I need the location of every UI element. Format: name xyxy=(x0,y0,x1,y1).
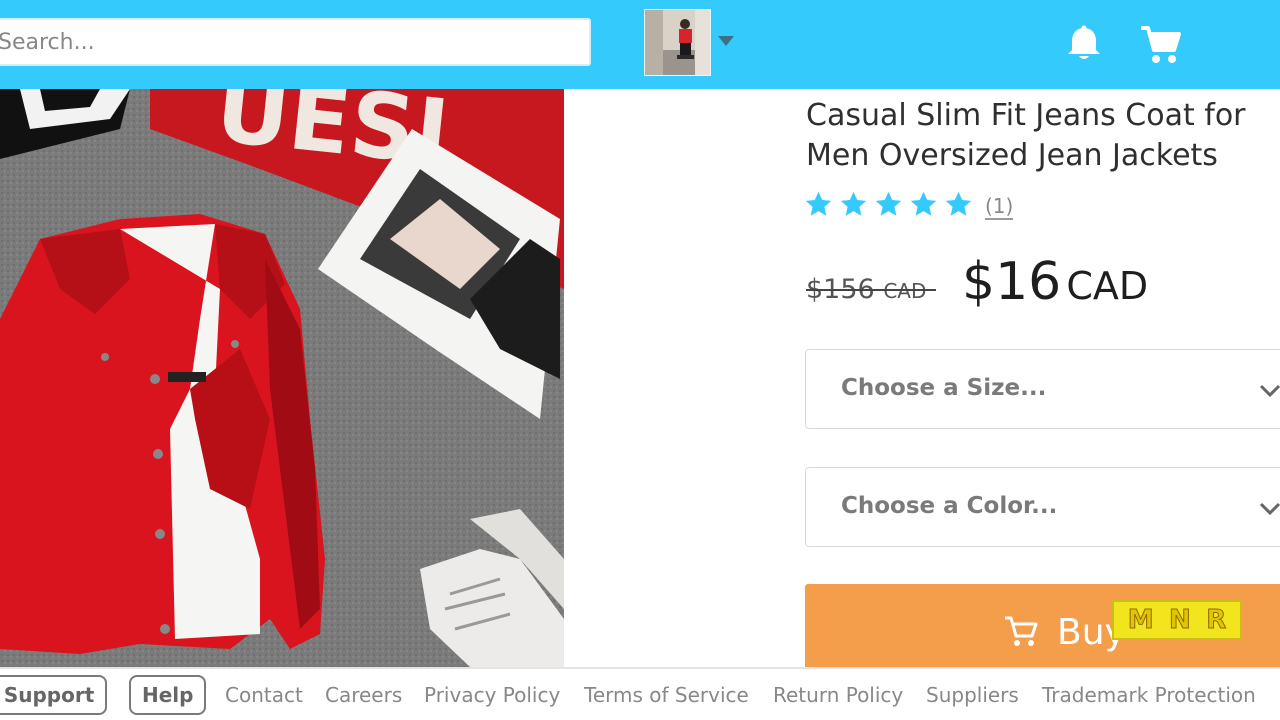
bell-icon[interactable] xyxy=(1064,24,1104,64)
footer-support-button[interactable]: r Support xyxy=(0,675,108,715)
watermark-letter: R xyxy=(1206,605,1227,636)
star-icon xyxy=(874,190,903,219)
watermark-letter: M xyxy=(1127,605,1154,636)
footer-bar: r Support Help Contact Careers Privacy P… xyxy=(0,667,1280,720)
footer-link-contact[interactable]: Contact xyxy=(225,683,303,707)
top-navigation-bar xyxy=(0,0,1280,89)
sale-price-currency: CAD xyxy=(1066,264,1149,308)
sale-price: $16 CAD xyxy=(962,252,1148,312)
strikethrough-line xyxy=(806,289,936,291)
search-box[interactable] xyxy=(0,18,597,66)
rating-stars xyxy=(804,190,973,222)
footer-link-return-policy[interactable]: Return Policy xyxy=(773,683,903,707)
star-icon xyxy=(839,190,868,219)
color-select-label: Choose a Color... xyxy=(841,493,1058,519)
footer-link-careers[interactable]: Careers xyxy=(325,683,402,707)
original-price: $156 CAD xyxy=(806,274,936,305)
cart-icon xyxy=(1005,616,1038,646)
product-photo: UESI xyxy=(0,89,564,667)
star-icon xyxy=(909,190,938,219)
product-title: Casual Slim Fit Jeans Coat for Men Overs… xyxy=(806,98,1246,173)
footer-link-trademark-protection[interactable]: Trademark Protection xyxy=(1042,683,1256,707)
cart-icon[interactable] xyxy=(1138,22,1182,66)
original-price-currency: CAD xyxy=(883,279,927,303)
footer-link-privacy-policy[interactable]: Privacy Policy xyxy=(424,683,560,707)
chevron-down-icon xyxy=(1259,384,1280,398)
footer-link-suppliers[interactable]: Suppliers xyxy=(926,683,1019,707)
size-select[interactable]: Choose a Size... xyxy=(805,349,1280,429)
user-avatar[interactable] xyxy=(644,9,711,76)
footer-link-terms-of-service[interactable]: Terms of Service xyxy=(584,683,749,707)
size-select-label: Choose a Size... xyxy=(841,375,1047,401)
color-select[interactable]: Choose a Color... xyxy=(805,467,1280,547)
watermark-letter: N xyxy=(1169,605,1192,636)
star-icon xyxy=(944,190,973,219)
footer-help-button[interactable]: Help xyxy=(129,675,207,715)
search-input[interactable] xyxy=(0,20,597,64)
review-count-link[interactable]: (1) xyxy=(985,195,1014,220)
star-icon xyxy=(804,190,833,219)
avatar-photo-icon xyxy=(645,10,710,75)
watermark-badge: M N R xyxy=(1112,600,1242,640)
account-dropdown-caret-icon[interactable] xyxy=(718,36,734,46)
sale-price-amount: $16 xyxy=(962,252,1062,312)
chevron-down-icon xyxy=(1259,502,1280,516)
product-image[interactable]: UESI xyxy=(0,89,564,667)
